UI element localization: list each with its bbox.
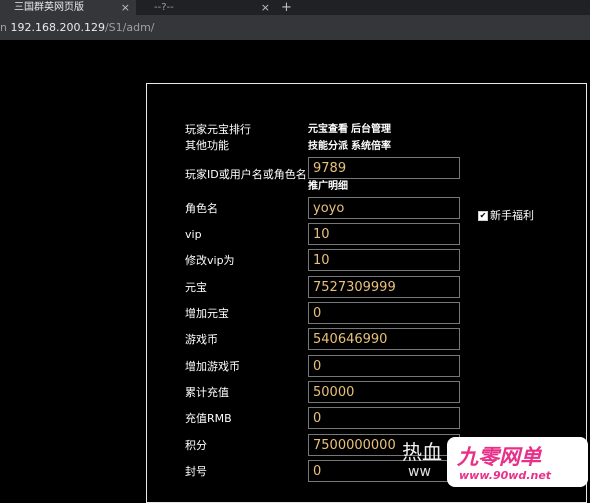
url-path: /S1/adm/ [104,21,155,34]
tab-unknown[interactable]: --?-- × [140,0,276,15]
new-tab-icon[interactable]: + [281,0,292,15]
add-yuanbao-input[interactable] [308,302,460,324]
url-scheme: n [0,21,7,34]
checkbox-check-icon[interactable]: ✔ [478,211,488,221]
yuanbao-input[interactable] [308,276,460,298]
logo-title: 九零网单 [457,445,541,469]
link-admin[interactable]: 后台管理 [351,123,391,137]
label-add-yuanbao: 增加元宝 [185,307,229,320]
label-recharge-rmb: 充值RMB [185,412,232,425]
link-yuanbao-view[interactable]: 元宝查看 [308,123,348,137]
label-ranking: 玩家元宝排行 [185,123,251,136]
label-yuanbao: 元宝 [185,281,207,294]
newbie-bonus-checkbox[interactable]: ✔ 新手福利 [478,210,534,222]
label-add-coins: 增加游戏币 [185,360,240,373]
label-player-id: 玩家ID或用户名或角色名 [185,168,307,181]
url-host: 192.168.200.129 [10,21,105,34]
label-total-recharge: 累计充值 [185,386,229,399]
watermark-logo: 九零网单 www.90wd.net [447,437,588,487]
label-points: 积分 [185,439,207,452]
label-ban: 封号 [185,465,207,478]
watermark: 热血 ww 九零网单 www.90wd.net [402,436,590,489]
coins-input[interactable] [308,328,460,350]
modify-vip-input[interactable] [308,249,460,271]
newbie-bonus-label: 新手福利 [490,209,534,222]
close-icon[interactable]: × [121,0,130,15]
label-other: 其他功能 [185,139,229,152]
label-role-name: 角色名 [185,202,218,215]
url-text[interactable]: n 192.168.200.129/S1/adm/ [0,20,155,35]
link-promo-detail[interactable]: 推广明细 [308,180,348,194]
tab-title: 三国群英网页版 [14,2,84,13]
link-skill-dist[interactable]: 技能分派 [308,140,348,154]
label-vip: vip [185,228,202,241]
label-modify-vip: 修改vip为 [185,254,235,267]
label-coins: 游戏币 [185,333,218,346]
watermark-url-fragment: ww [408,464,431,480]
tab-bar: 三国群英网页版 × --?-- × + [0,0,590,15]
player-id-input[interactable] [308,157,460,179]
role-name-input[interactable] [308,197,460,219]
tab-title: --?-- [154,2,174,13]
vip-input[interactable] [308,223,460,245]
close-icon[interactable]: × [261,0,270,15]
link-system-rate[interactable]: 系统倍率 [351,140,391,154]
watermark-text: 热血 [402,440,442,464]
tab-sanguo[interactable]: 三国群英网页版 × [0,0,136,15]
add-coins-input[interactable] [308,355,460,377]
recharge-rmb-input[interactable] [308,407,460,429]
address-bar[interactable]: n 192.168.200.129/S1/adm/ [0,15,590,40]
total-recharge-input[interactable] [308,381,460,403]
logo-url: www.90wd.net [459,469,552,482]
